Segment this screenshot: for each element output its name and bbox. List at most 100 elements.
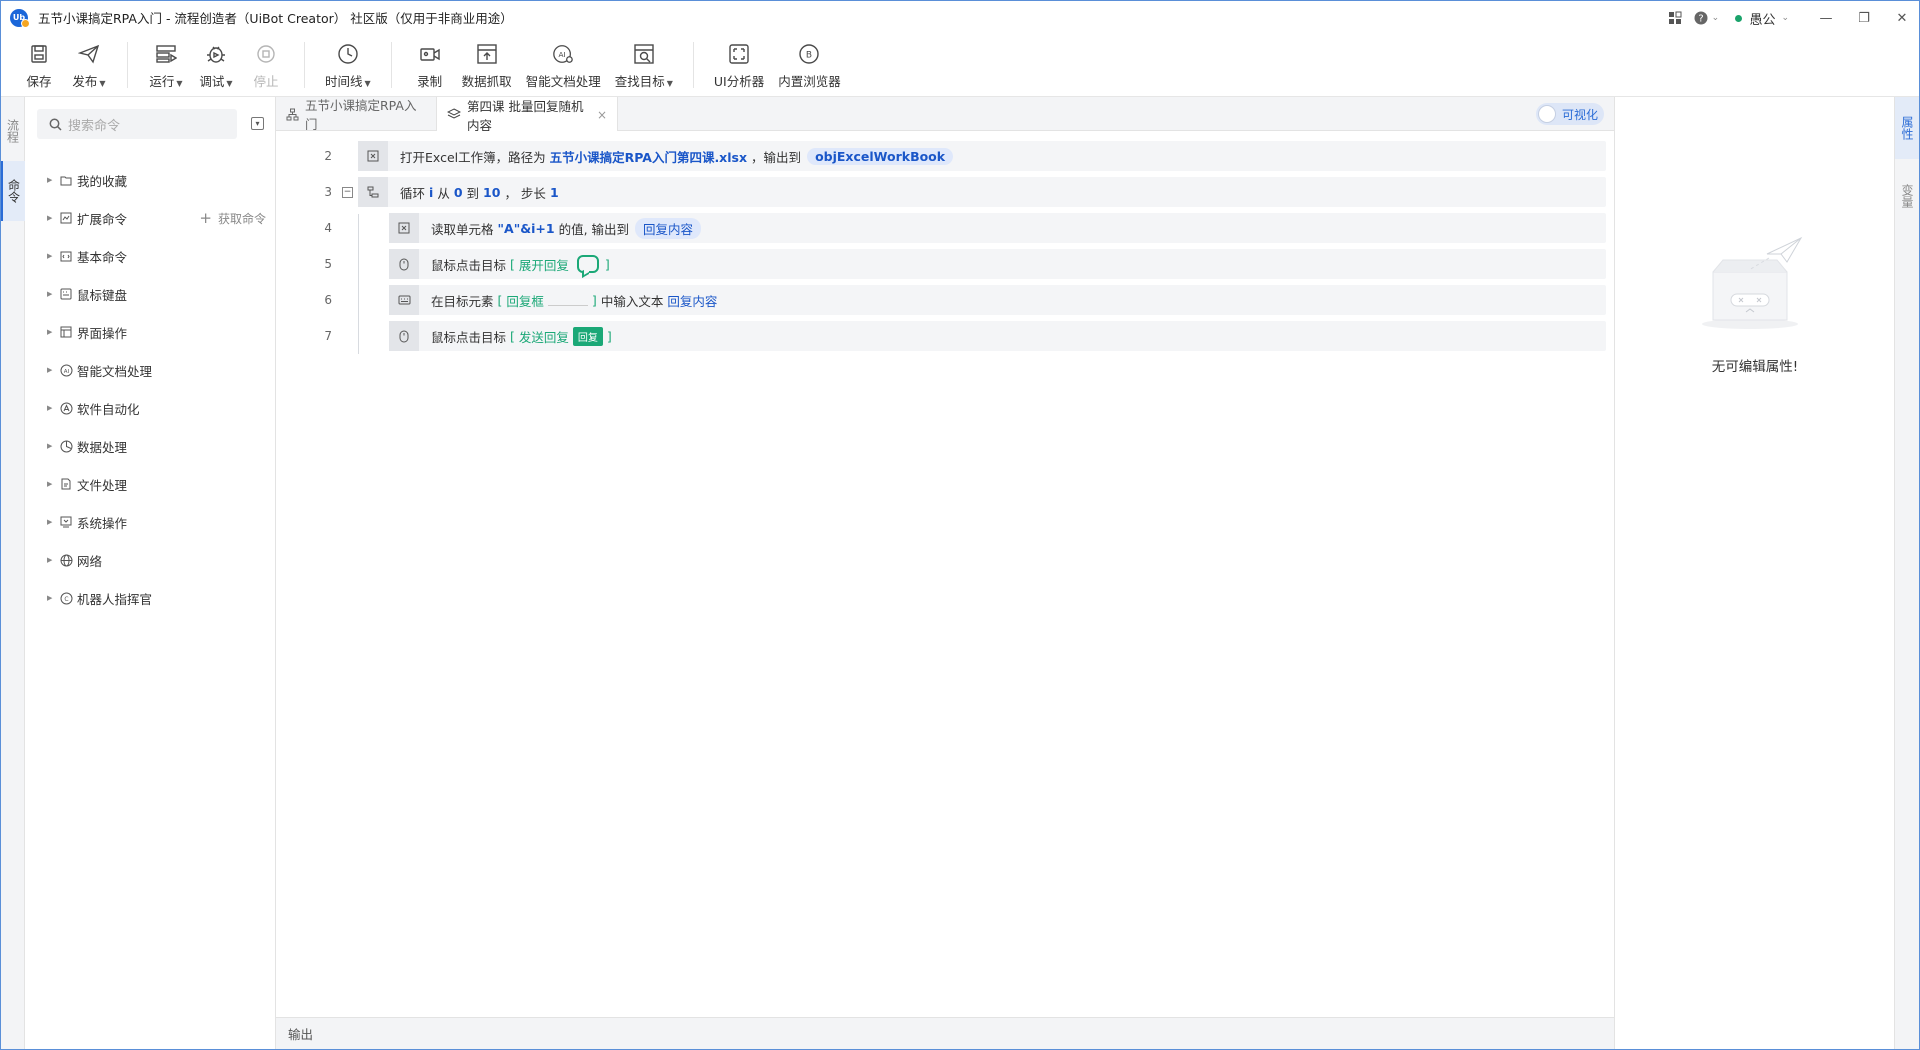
command-panel: 搜索命令 ▾ ▶ 我的收藏 ▶ 扩展命令 + 获取命令 ▶ 基本命令 ▶ 鼠标键盘 ▶ 界面…: [25, 97, 276, 1049]
timeline-button[interactable]: 时间线 ▼: [325, 34, 371, 97]
pie-icon: [59, 439, 73, 453]
ui-analyzer-icon: [728, 43, 750, 65]
code-line[interactable]: 5 鼠标点击目标 [ 展开回复 ]: [276, 249, 1606, 279]
output-panel-tab[interactable]: 输出: [276, 1017, 1614, 1049]
record-button[interactable]: 录制: [412, 34, 448, 97]
excel-icon: [389, 213, 419, 243]
svg-text:?: ?: [1698, 14, 1703, 25]
left-side-tabs: 流程 命令: [1, 97, 25, 1049]
toggle-knob: [1538, 105, 1556, 123]
close-tab-icon[interactable]: ×: [597, 108, 607, 122]
tab-command[interactable]: 命令: [1, 161, 25, 221]
system-icon: [59, 515, 73, 529]
visualize-toggle[interactable]: 可视化: [1536, 103, 1604, 125]
user-menu[interactable]: 愚公 ⌄: [1735, 9, 1789, 28]
code-icon: [59, 249, 73, 263]
empty-inbox-illustration: [1695, 232, 1815, 332]
chat-bubble-icon: [576, 255, 599, 273]
reply-button-preview: 回复: [572, 326, 603, 346]
extension-icon: [59, 211, 73, 225]
app-icon: [59, 401, 73, 415]
command-category[interactable]: ▶ 网络: [25, 541, 276, 579]
command-category[interactable]: ▶ C 机器人指挥官: [25, 579, 276, 617]
tab-variables[interactable]: 变量: [1895, 165, 1920, 227]
stop-button[interactable]: 停止: [248, 34, 284, 97]
send-icon: [78, 43, 100, 65]
online-status-icon: [1735, 14, 1743, 22]
svg-text:C: C: [64, 596, 68, 603]
code-editor: 2 打开Excel工作簿，路径为 五节小课搞定RPA入门第四课.xlsx ，输出…: [276, 131, 1614, 1017]
main-toolbar: 保存 发布 ▼ 运行 ▼ 调试 ▼ 停止 时间线 ▼ 录制 数据抓取 AI 智能文档处理…: [1, 34, 1919, 97]
window-icon: [59, 325, 73, 339]
variable-tag[interactable]: 回复内容: [635, 217, 702, 239]
empty-properties-text: 无可编辑属性!: [1711, 359, 1799, 375]
ai-icon: AI: [59, 363, 73, 377]
user-name: 愚公: [1749, 12, 1776, 28]
target-element[interactable]: [ 发送回复 回复 ]: [510, 326, 612, 346]
mouse-icon: [389, 321, 419, 351]
code-line[interactable]: 2 打开Excel工作簿，路径为 五节小课搞定RPA入门第四课.xlsx ，输出…: [276, 141, 1606, 171]
apps-grid-icon[interactable]: [1661, 1, 1689, 35]
restore-button[interactable]: ❐: [1847, 1, 1881, 35]
loop-icon: [358, 177, 388, 207]
debug-button[interactable]: 调试 ▼: [198, 34, 234, 97]
right-side-tabs: 属性 变量: [1894, 97, 1920, 1049]
collapse-block-icon[interactable]: −: [342, 187, 353, 198]
editor-tab-bar: 五节小课搞定RPA入门 第四课 批量回复随机内容 × 可视化: [276, 97, 1614, 133]
app-logo: Ub: [10, 8, 30, 28]
code-line[interactable]: 6 在目标元素 [ 回复框 ] 中输入文本 回复内容: [276, 285, 1606, 315]
save-button[interactable]: 保存: [21, 34, 57, 97]
command-tree: ▶ 我的收藏 ▶ 扩展命令 + 获取命令 ▶ 基本命令 ▶ 鼠标键盘 ▶ 界面操作 ▶ AI 智…: [25, 161, 276, 617]
record-icon: [419, 43, 441, 65]
run-button[interactable]: 运行 ▼: [148, 34, 184, 97]
keyboard-icon: [59, 287, 73, 301]
tab-main-flow[interactable]: 五节小课搞定RPA入门: [276, 97, 436, 132]
run-icon: [155, 43, 177, 65]
smart-doc-button[interactable]: AI 智能文档处理: [526, 34, 601, 97]
ui-analyzer-button[interactable]: UI分析器: [714, 34, 764, 97]
code-line[interactable]: 7 鼠标点击目标 [ 发送回复 回复 ]: [276, 321, 1606, 351]
command-category[interactable]: ▶ 我的收藏: [25, 161, 276, 199]
svg-text:AI: AI: [63, 369, 69, 375]
search-icon: [49, 118, 62, 131]
flowchart-icon: [286, 108, 299, 121]
help-icon[interactable]: ? ⌄: [1689, 1, 1723, 35]
code-line[interactable]: 3 − 循环 i 从 0 到 10 ， 步长 1: [276, 177, 1606, 207]
tab-properties[interactable]: 属性: [1895, 97, 1920, 159]
get-commands-button[interactable]: + 获取命令: [199, 209, 266, 227]
tab-lesson-four[interactable]: 第四课 批量回复随机内容 ×: [436, 97, 618, 133]
command-category[interactable]: ▶ 软件自动化: [25, 389, 276, 427]
mouse-icon: [389, 249, 419, 279]
excel-icon: [358, 141, 388, 171]
minimize-button[interactable]: —: [1809, 1, 1843, 35]
variable-tag[interactable]: objExcelWorkBook: [807, 147, 954, 165]
find-target-icon: [633, 43, 655, 65]
command-category[interactable]: ▶ 扩展命令 + 获取命令: [25, 199, 276, 237]
target-element[interactable]: [ 展开回复 ]: [510, 255, 610, 274]
block-indent-guide: [358, 214, 359, 354]
code-line[interactable]: 4 读取单元格 "A"&i+1 的值, 输出到 回复内容: [276, 213, 1606, 243]
publish-button[interactable]: 发布 ▼: [71, 34, 107, 97]
close-window-button[interactable]: ✕: [1885, 1, 1919, 35]
tab-flow[interactable]: 流程: [1, 101, 25, 161]
save-icon: [28, 43, 50, 65]
collapse-all-icon[interactable]: ▾: [251, 117, 264, 130]
command-category[interactable]: ▶ AI 智能文档处理: [25, 351, 276, 389]
data-scrape-button[interactable]: 数据抓取: [462, 34, 512, 97]
command-category[interactable]: ▶ 鼠标键盘: [25, 275, 276, 313]
command-search-input[interactable]: 搜索命令: [37, 109, 237, 139]
properties-panel: 无可编辑属性!: [1614, 97, 1894, 1049]
title-bar: Ub 五节小课搞定RPA入门 - 流程创造者（UiBot Creator） 社区…: [0, 0, 1920, 34]
builtin-browser-button[interactable]: B 内置浏览器: [778, 34, 841, 97]
ai-icon: AI: [552, 43, 574, 65]
variable-ref[interactable]: 回复内容: [667, 291, 717, 310]
target-element[interactable]: [ 回复框 ]: [498, 291, 597, 310]
command-category[interactable]: ▶ 基本命令: [25, 237, 276, 275]
find-target-button[interactable]: 查找目标 ▼: [615, 34, 673, 97]
svg-text:B: B: [806, 51, 812, 61]
command-category[interactable]: ▶ 文件处理: [25, 465, 276, 503]
stop-icon: [255, 43, 277, 65]
command-category[interactable]: ▶ 数据处理: [25, 427, 276, 465]
command-category[interactable]: ▶ 界面操作: [25, 313, 276, 351]
command-category[interactable]: ▶ 系统操作: [25, 503, 276, 541]
